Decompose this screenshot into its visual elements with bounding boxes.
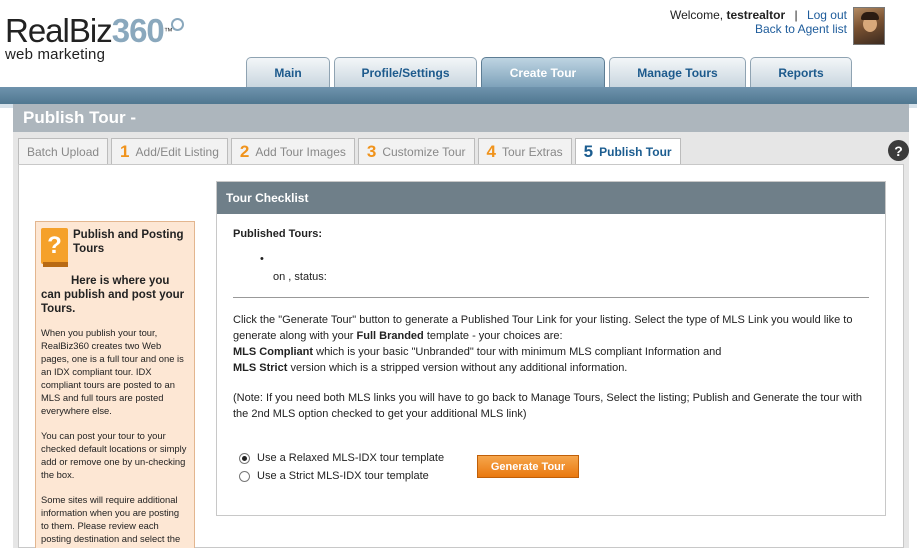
published-tours-label: Published Tours:	[233, 228, 323, 240]
separator: |	[794, 8, 798, 22]
logo-number: 360	[111, 12, 165, 49]
info-panel: ? Publish and Posting Tours Here is wher…	[35, 221, 195, 548]
published-tour-status: on , status:	[273, 271, 327, 283]
logo-circle-icon	[171, 18, 184, 31]
info-paragraph: Some sites will require additional infor…	[41, 494, 181, 544]
avatar	[853, 7, 885, 45]
page-title: Publish Tour -	[13, 104, 909, 132]
info-lead: Here is where you can publish and post y…	[41, 275, 185, 315]
back-to-agent-link[interactable]: Back to Agent list	[755, 22, 847, 36]
radio-relaxed[interactable]	[239, 452, 250, 464]
help-icon[interactable]: ?	[888, 140, 909, 161]
instructions: Click the "Generate Tour" button to gene…	[233, 314, 853, 374]
step-publish-tour[interactable]: 5 Publish Tour	[574, 138, 681, 164]
template-options: Use a Relaxed MLS-IDX tour template Use …	[239, 449, 444, 485]
content-panel: ? Publish and Posting Tours Here is wher…	[18, 164, 904, 548]
logout-link[interactable]: Log out	[807, 8, 847, 22]
username: testrealtor	[726, 8, 786, 22]
main-nav: Main Profile/Settings Create Tour Manage…	[246, 57, 852, 87]
step-batch-upload[interactable]: Batch Upload	[18, 138, 109, 164]
tab-create-tour[interactable]: Create Tour	[481, 57, 605, 87]
checklist-header: Tour Checklist	[217, 182, 885, 214]
radio-strict[interactable]	[239, 470, 250, 482]
step-add-tour-images[interactable]: 2 Add Tour Images	[230, 138, 355, 164]
tour-checklist: Tour Checklist Published Tours: • on , s…	[216, 181, 886, 516]
tab-reports[interactable]: Reports	[750, 57, 852, 87]
note-text: (Note: If you need both MLS links you wi…	[233, 392, 862, 420]
welcome-prefix: Welcome,	[669, 8, 724, 22]
nav-bar	[0, 87, 917, 104]
published-tour-bullet: •	[260, 253, 264, 265]
tab-profile-settings[interactable]: Profile/Settings	[334, 57, 477, 87]
step-customize-tour[interactable]: 3 Customize Tour	[357, 138, 475, 164]
info-paragraph: You can post your tour to your checked d…	[41, 430, 187, 480]
tab-manage-tours[interactable]: Manage Tours	[609, 57, 746, 87]
step-tour-extras[interactable]: 4 Tour Extras	[477, 138, 572, 164]
question-page-icon: ?	[41, 228, 68, 268]
tab-main[interactable]: Main	[246, 57, 330, 87]
logo-wordmark: RealBiz360™	[5, 12, 173, 49]
user-area: Welcome, testrealtor | Log out Back to A…	[670, 8, 847, 36]
option-relaxed[interactable]: Use a Relaxed MLS-IDX tour template	[239, 449, 444, 467]
step-tabs: Batch Upload 1 Add/Edit Listing 2 Add Tour…	[18, 138, 681, 164]
generate-tour-button[interactable]: Generate Tour	[477, 455, 579, 478]
info-title: Publish and Posting Tours	[73, 229, 184, 255]
step-add-edit-listing[interactable]: 1 Add/Edit Listing	[111, 138, 228, 164]
divider	[233, 297, 869, 298]
info-paragraph: When you publish your tour, RealBiz360 c…	[41, 327, 184, 416]
logo-name: RealBiz	[5, 12, 113, 49]
option-strict[interactable]: Use a Strict MLS-IDX tour template	[239, 467, 444, 485]
logo-trademark: ™	[163, 26, 173, 36]
page-container: Publish Tour - Batch Upload 1 Add/Edit Li…	[13, 104, 909, 548]
logo: RealBiz360™ web marketing	[5, 12, 184, 63]
